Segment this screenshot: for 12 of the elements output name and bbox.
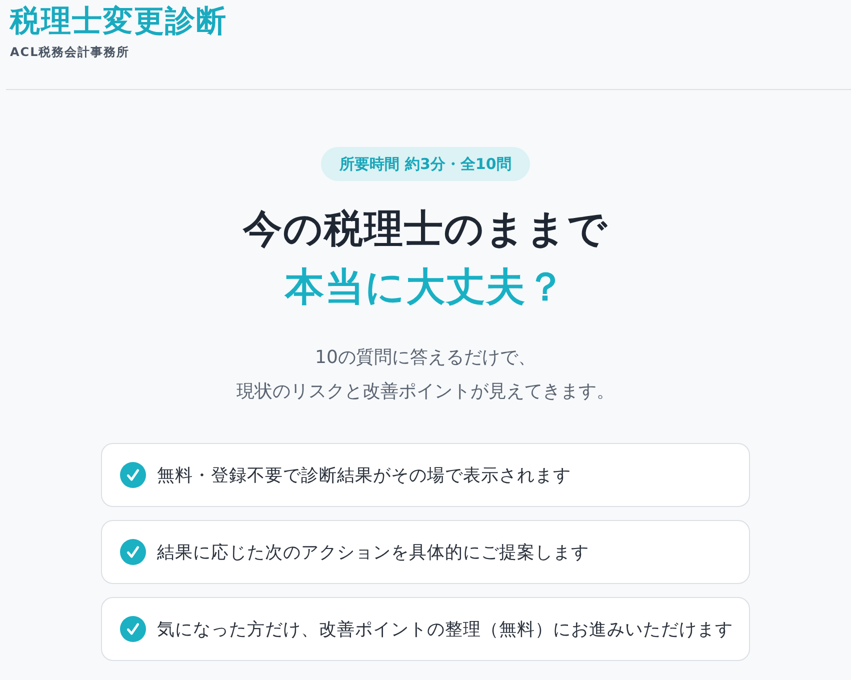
lead-text: 10の質問に答えるだけで、 現状のリスクと改善ポイントが見えてきます。 [236, 346, 614, 404]
site-title: 税理士変更診断 [10, 3, 227, 41]
feature-text: 無料・登録不要で診断結果がその場で表示されます [157, 465, 571, 487]
check-icon [120, 616, 146, 642]
site-subtitle: ACL税務会計事務所 [10, 44, 130, 60]
headline-highlight: 本当に大丈夫？ [285, 264, 566, 312]
time-badge: 所要時間 約3分・全10問 [320, 147, 530, 181]
feature-text: 気になった方だけ、改善ポイントの整理（無料）にお進みいただけます [157, 619, 733, 641]
check-icon [120, 462, 146, 488]
feature-text: 結果に応じた次のアクションを具体的にご提案します [157, 542, 589, 564]
check-icon [120, 539, 146, 565]
headline: 今の税理士のままで [243, 206, 608, 254]
